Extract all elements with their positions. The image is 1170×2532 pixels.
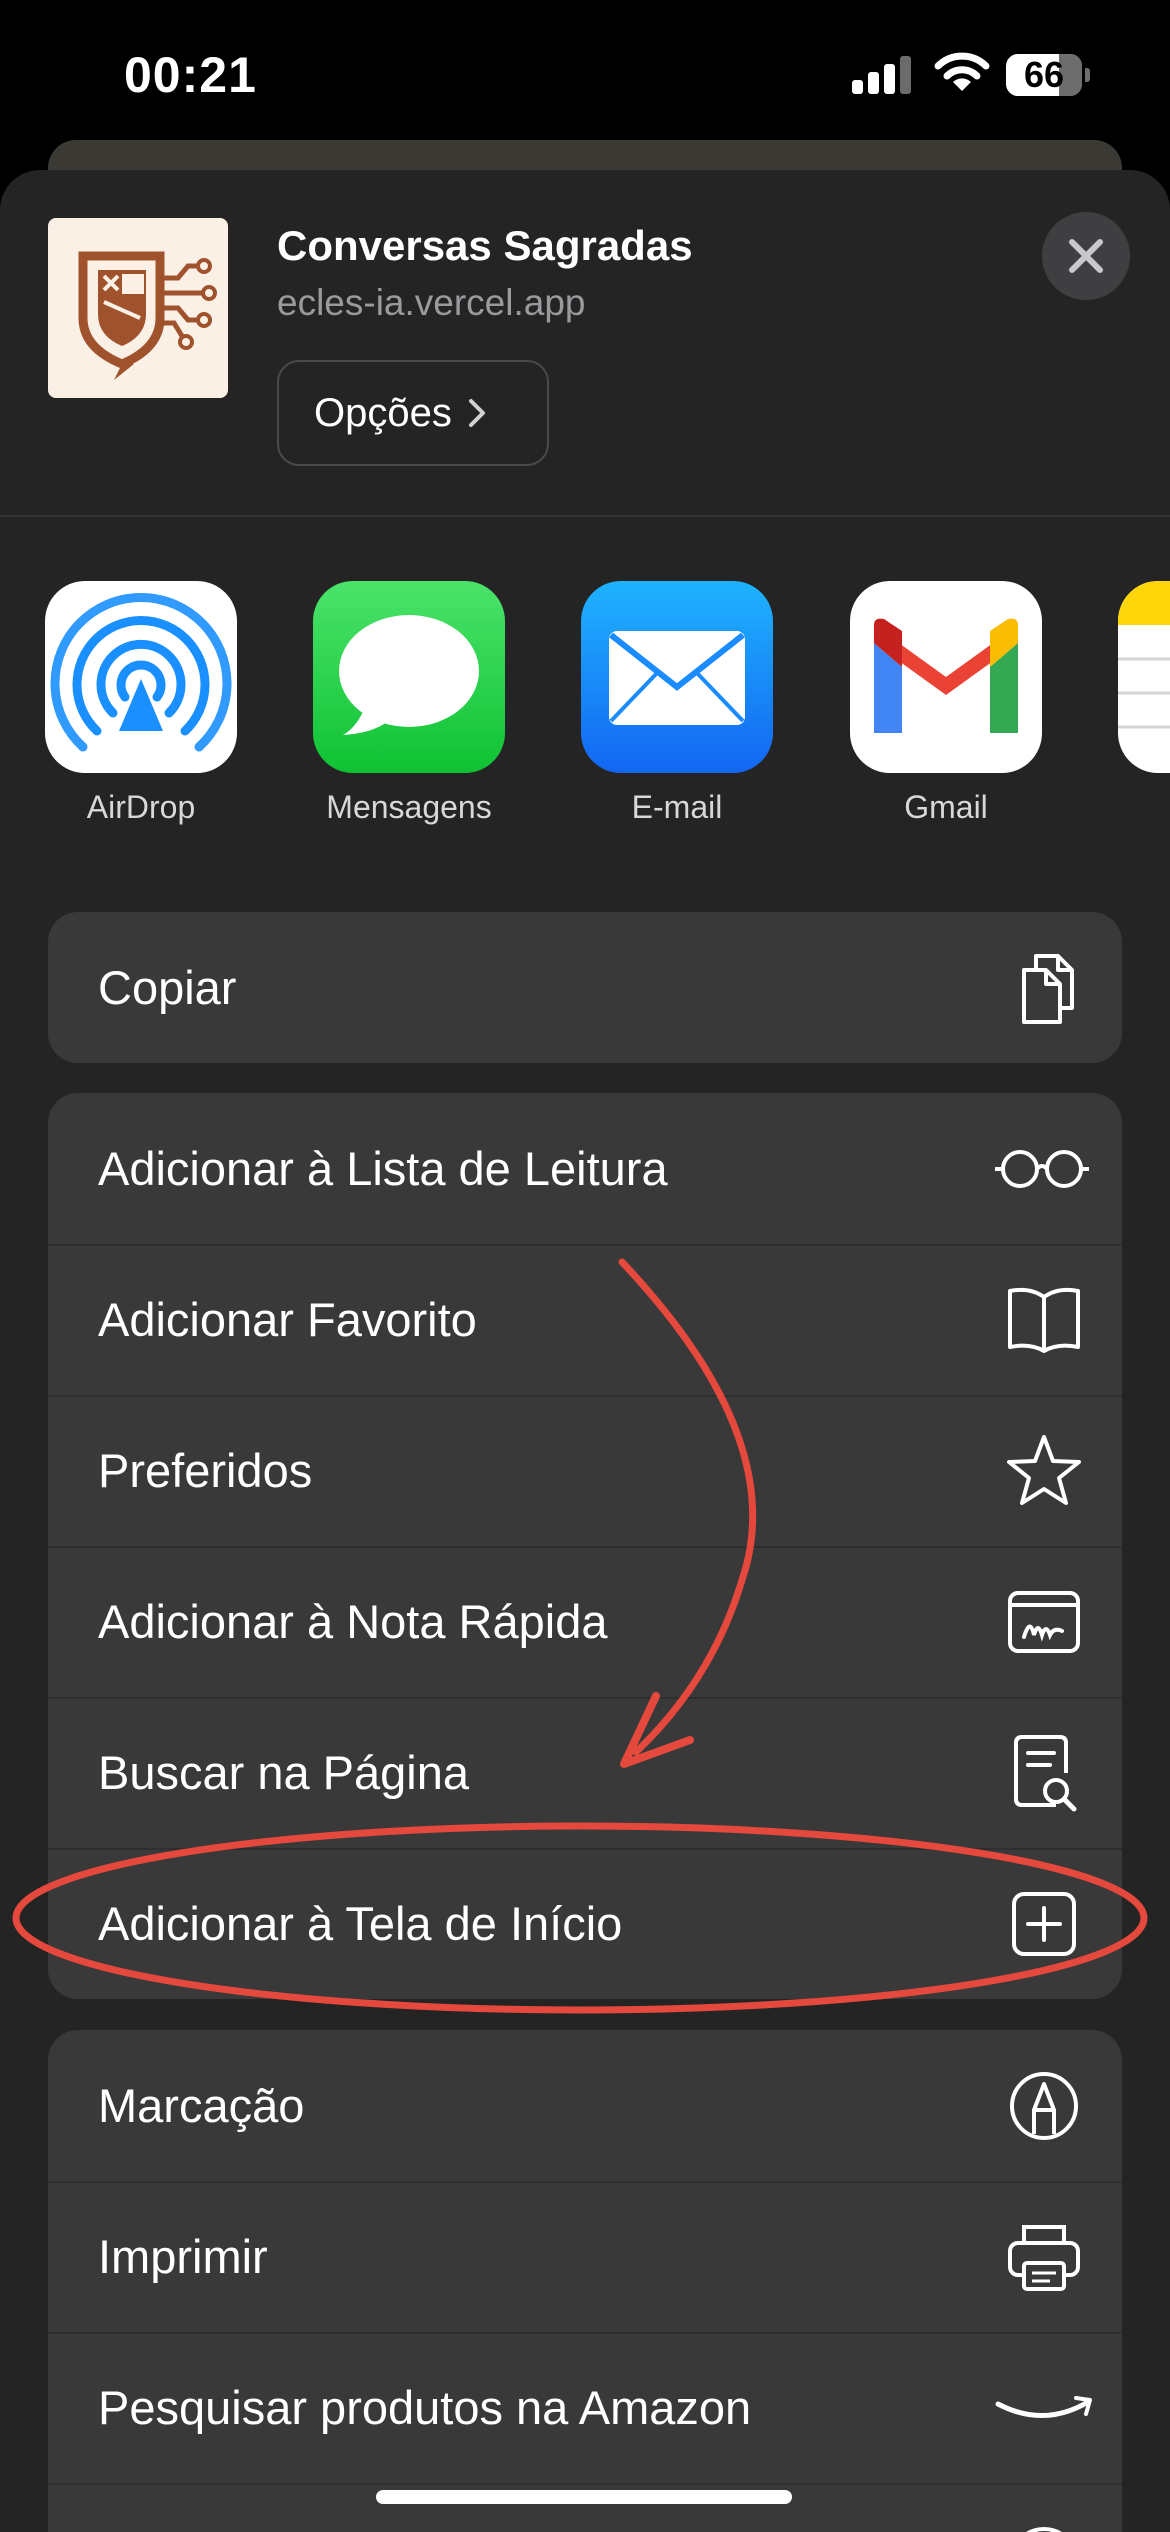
messages-icon <box>313 581 505 773</box>
share-app-messages[interactable]: Mensagens <box>313 581 505 826</box>
partial-icon <box>1004 2521 1084 2532</box>
cellular-signal-icon <box>852 56 912 94</box>
action-label: Adicionar à Nota Rápida <box>98 1595 608 1648</box>
action-label: Adicionar à Tela de Início <box>98 1897 623 1950</box>
notes-icon <box>1118 581 1170 773</box>
action-label: Adicionar à Lista de Leitura <box>98 1142 668 1195</box>
status-time: 00:21 <box>124 47 257 103</box>
share-app-gmail[interactable]: Gmail <box>850 581 1042 826</box>
book-icon <box>1004 1280 1084 1360</box>
action-markup[interactable]: Marcação <box>48 2030 1122 2181</box>
action-label: Pesquisar produtos na Amazon <box>98 2381 752 2434</box>
close-icon <box>1069 239 1103 273</box>
quick-note-icon <box>1004 1582 1084 1662</box>
action-favorites[interactable]: Preferidos <box>48 1395 1122 1546</box>
star-icon <box>1004 1431 1084 1511</box>
battery-level: 66 <box>1023 54 1065 95</box>
action-label: Adicionar Favorito <box>98 1293 477 1346</box>
share-app-label: E-mail <box>631 789 723 825</box>
chevron-right-icon <box>468 399 485 427</box>
header-divider <box>0 515 1170 517</box>
action-label: Marcação <box>98 2079 305 2132</box>
action-add-reading-list[interactable]: Adicionar à Lista de Leitura <box>48 1093 1122 1244</box>
page-url: ecles-ia.vercel.app <box>277 282 586 323</box>
page-title: Conversas Sagradas <box>277 222 693 269</box>
glasses-icon <box>992 1129 1092 1209</box>
action-find-on-page[interactable]: Buscar na Página <box>48 1697 1122 1848</box>
gmail-icon <box>850 581 1042 773</box>
action-add-bookmark[interactable]: Adicionar Favorito <box>48 1244 1122 1395</box>
site-icon <box>48 218 228 398</box>
airdrop-icon <box>45 581 237 773</box>
find-in-page-icon <box>1004 1733 1084 1813</box>
close-button[interactable] <box>1042 212 1130 300</box>
add-square-icon <box>1004 1884 1084 1964</box>
options-label: Opções <box>314 390 452 435</box>
share-sheet: Conversas Sagradas ecles-ia.vercel.app O… <box>0 170 1170 2532</box>
action-search-amazon[interactable]: Pesquisar produtos na Amazon <box>48 2332 1122 2483</box>
share-app-notes[interactable] <box>1118 581 1170 773</box>
share-app-label: AirDrop <box>86 789 196 825</box>
share-app-label: Gmail <box>904 789 988 825</box>
status-bar: 00:21 66 <box>0 0 1170 150</box>
wifi-icon <box>934 52 990 91</box>
share-app-label: Mensagens <box>326 789 492 825</box>
action-label: Imprimir <box>98 2230 268 2283</box>
actions-group-copy: Copiar <box>48 912 1122 1063</box>
copy-icon <box>1004 948 1084 1028</box>
markup-icon <box>1004 2066 1084 2146</box>
action-add-to-home-screen[interactable]: Adicionar à Tela de Início <box>48 1848 1122 1999</box>
action-label: Preferidos <box>98 1444 313 1497</box>
share-app-airdrop[interactable]: AirDrop <box>45 581 237 826</box>
printer-icon <box>1004 2217 1084 2297</box>
action-quick-note[interactable]: Adicionar à Nota Rápida <box>48 1546 1122 1697</box>
actions-group-more: Marcação Imprimir Pesquisar produtos na … <box>48 2030 1122 2532</box>
actions-group-main: Adicionar à Lista de Leitura Adicionar F… <box>48 1093 1122 1999</box>
mail-icon <box>581 581 773 773</box>
action-copy[interactable]: Copiar <box>48 912 1122 1063</box>
home-indicator[interactable] <box>376 2490 792 2504</box>
amazon-icon <box>994 2368 1094 2448</box>
options-button[interactable]: Opções <box>277 360 549 466</box>
action-label: Copiar <box>98 961 237 1014</box>
share-app-mail[interactable]: E-mail <box>581 581 773 826</box>
action-label: Buscar na Página <box>98 1746 470 1799</box>
action-print[interactable]: Imprimir <box>48 2181 1122 2332</box>
battery-icon: 66 <box>1006 54 1090 96</box>
